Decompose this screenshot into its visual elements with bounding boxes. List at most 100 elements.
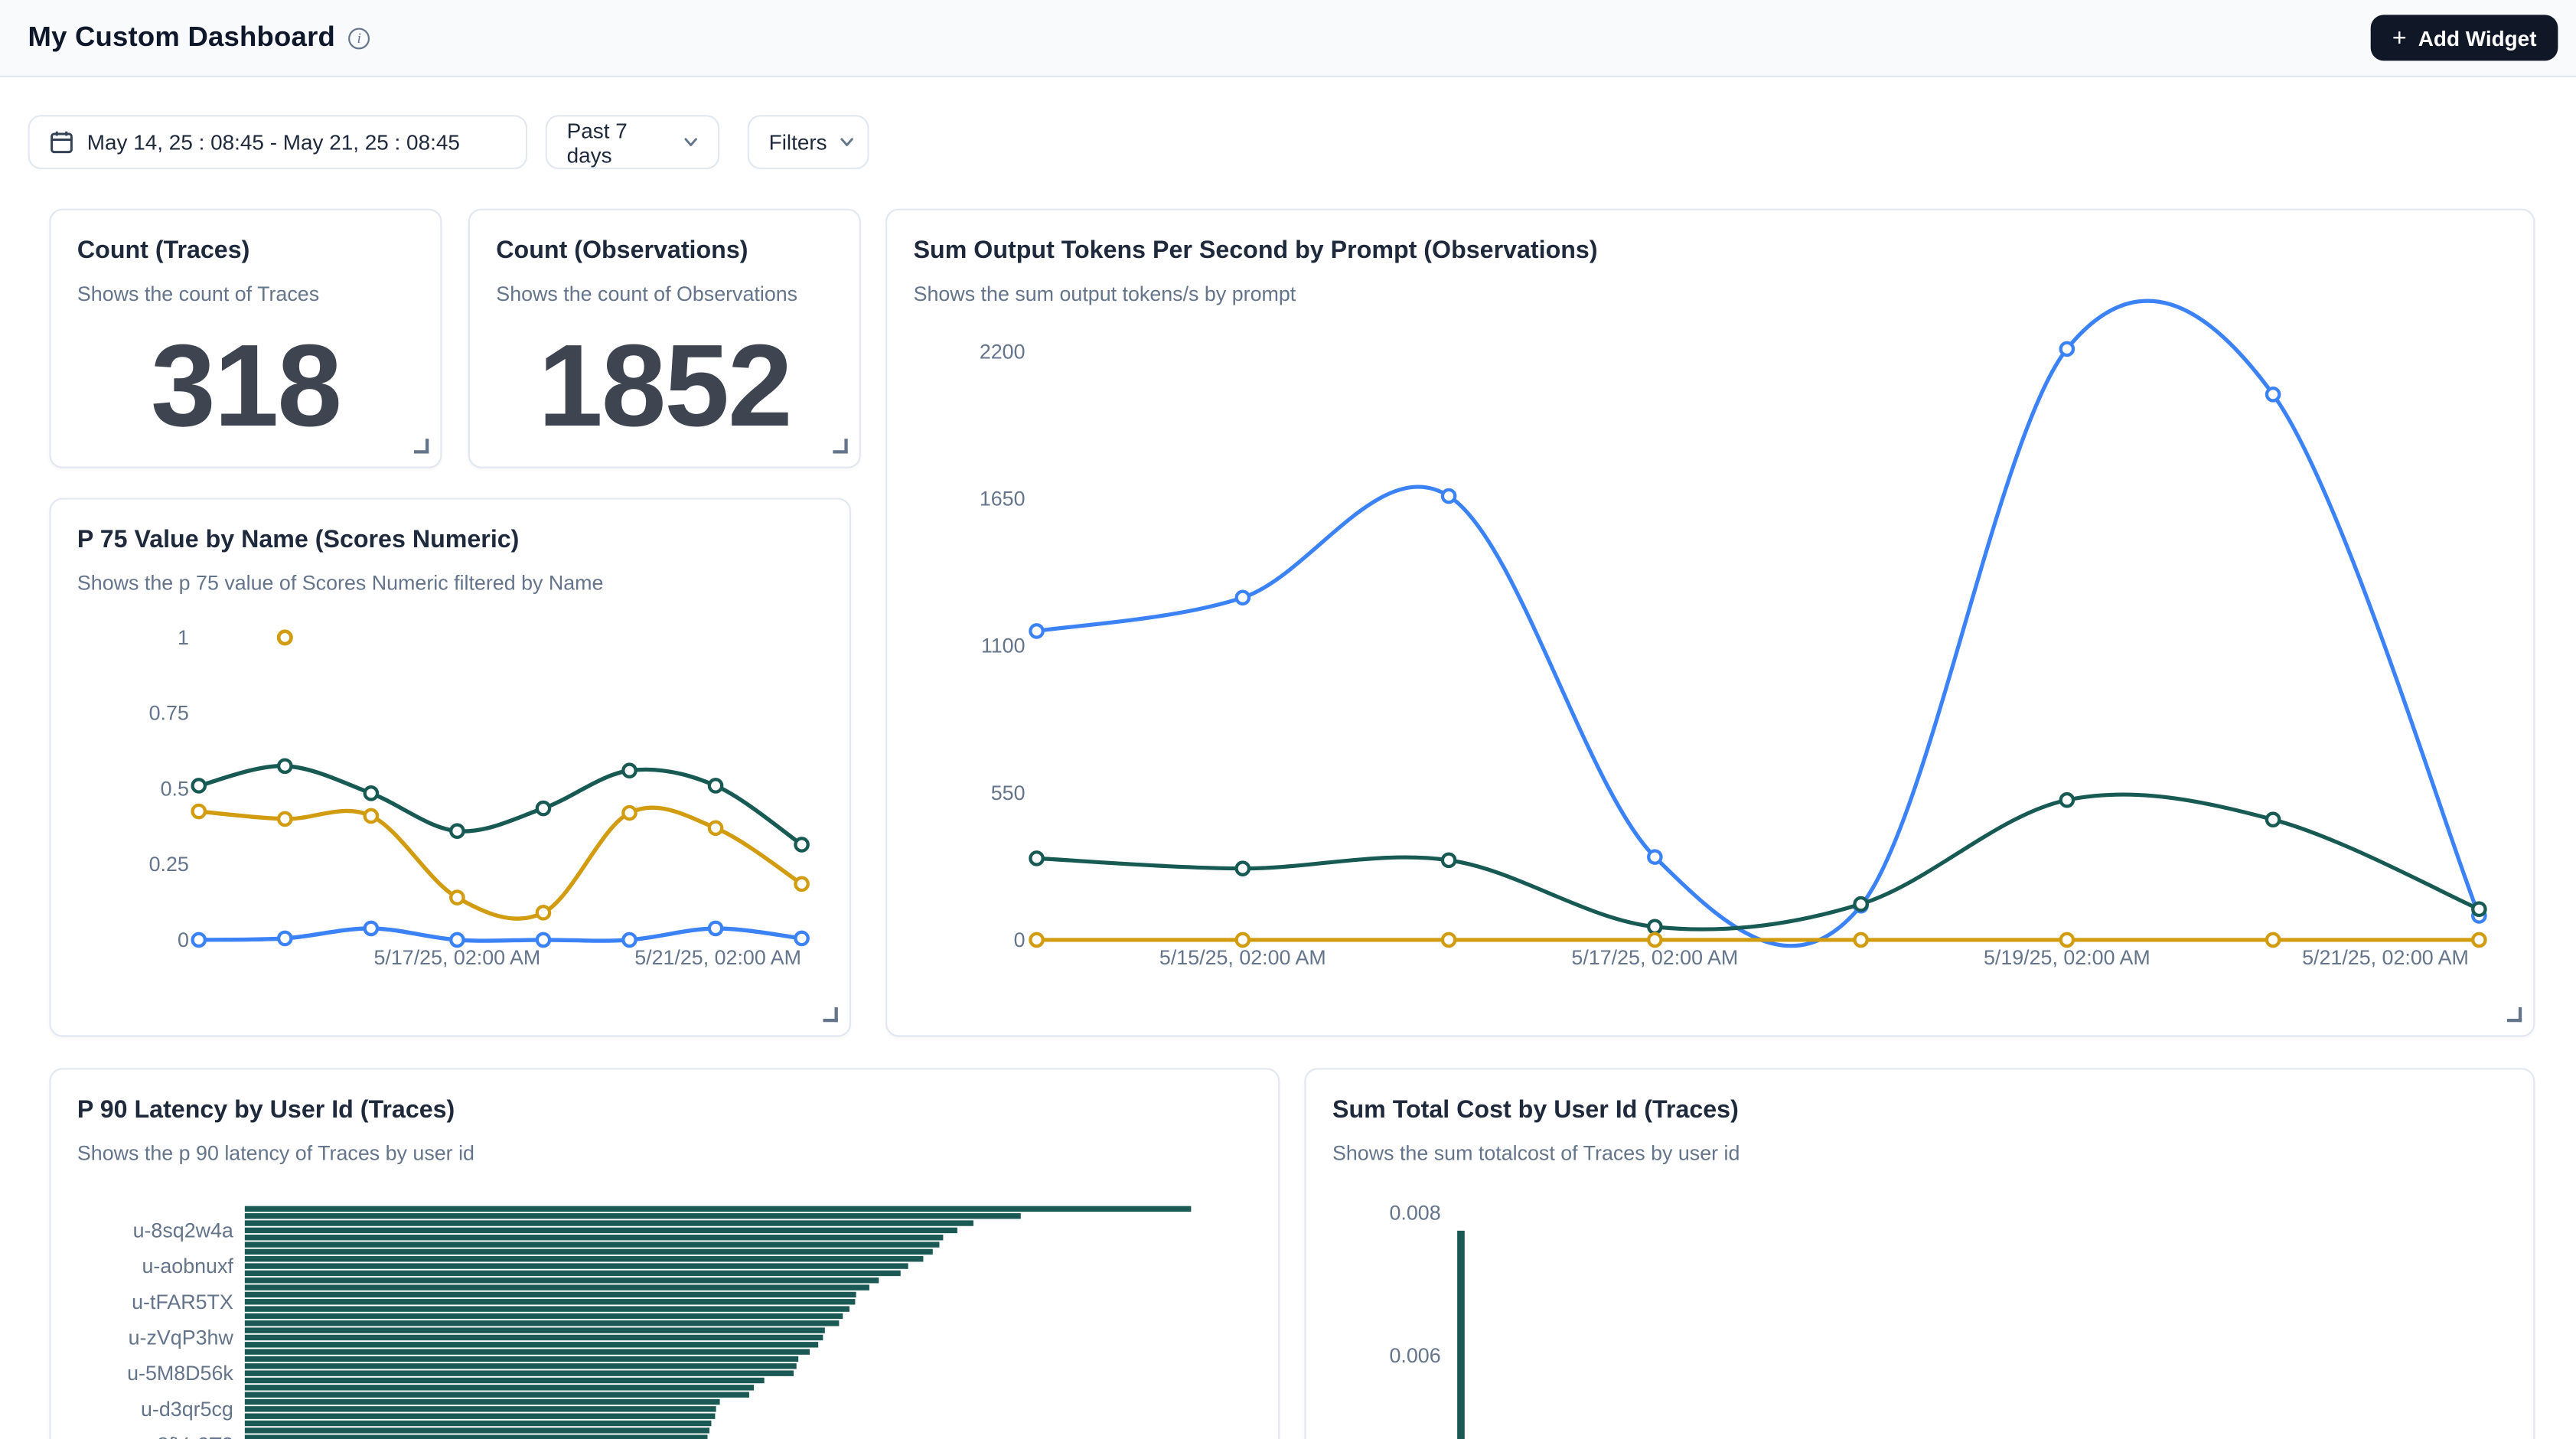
data-point-score-series-teal: [623, 765, 635, 777]
latency-bar: [245, 1356, 798, 1362]
latency-bar: [245, 1327, 825, 1333]
y-axis-user-label: u-8sq2w4a: [133, 1219, 233, 1242]
latency-bar: [245, 1249, 933, 1255]
data-point-prompt-series-blue: [1237, 592, 1249, 604]
data-point-prompt-series-teal: [2473, 903, 2485, 915]
data-point-score-series-amber: [623, 807, 635, 819]
latency-bar: [245, 1349, 810, 1354]
isolated-data-point: [279, 631, 291, 644]
widget-p75-value: P 75 Value by Name (Scores Numeric) Show…: [49, 498, 851, 1036]
x-tick-label: 5/17/25, 02:00 AM: [1571, 946, 1738, 969]
filters-label: Filters: [769, 130, 827, 155]
data-point-prompt-series-blue: [1443, 490, 1455, 502]
data-point-score-series-teal: [795, 838, 807, 850]
resize-corner-icon[interactable]: [833, 439, 847, 453]
y-tick-label: 550: [991, 781, 1026, 804]
y-tick-label: 1100: [981, 635, 1026, 658]
data-point-prompt-series-teal: [1854, 898, 1867, 910]
y-axis-user-label: u-5M8D56k: [127, 1362, 233, 1385]
y-tick-label: 0.008: [1390, 1201, 1441, 1224]
data-point-score-series-teal: [537, 802, 549, 814]
data-point-score-series-teal: [709, 779, 722, 791]
data-point-score-series-amber: [451, 891, 463, 903]
latency-bar: [245, 1235, 944, 1240]
widget-subtitle: Shows the count of Traces: [77, 281, 414, 308]
data-point-score-series-blue: [537, 934, 549, 946]
latency-bar: [245, 1277, 879, 1283]
line-chart-p75-value[interactable]: 00.250.50.7515/17/25, 02:00 AM5/21/25, 0…: [51, 500, 853, 1039]
latency-bar: [245, 1284, 869, 1290]
data-point-prompt-series-blue: [1030, 625, 1042, 637]
latency-bar: [245, 1392, 749, 1397]
resize-corner-icon[interactable]: [2507, 1007, 2522, 1022]
page-title: My Custom Dashboard: [28, 21, 335, 54]
data-point-score-series-blue: [623, 934, 635, 946]
x-tick-label: 5/19/25, 02:00 AM: [1984, 946, 2150, 969]
plus-icon: +: [2392, 25, 2407, 50]
dashboard-page: My Custom Dashboard i + Add Widget May 1…: [0, 0, 2576, 1439]
widget-title: Count (Traces): [77, 235, 414, 268]
calendar-icon: [49, 130, 73, 155]
data-point-prompt-series-amber: [2267, 934, 2279, 946]
filters-button[interactable]: Filters: [748, 115, 869, 169]
latency-bar: [245, 1335, 823, 1340]
latency-bar: [245, 1213, 1021, 1219]
add-widget-button[interactable]: + Add Widget: [2371, 15, 2558, 60]
y-tick-label: 0: [178, 928, 189, 951]
data-point-prompt-series-amber: [2473, 934, 2485, 946]
data-point-prompt-series-blue: [2267, 388, 2279, 400]
latency-bar: [245, 1428, 709, 1433]
latency-bar: [245, 1306, 849, 1311]
add-widget-label: Add Widget: [2418, 25, 2537, 50]
date-range-text: May 14, 25 : 08:45 - May 21, 25 : 08:45: [87, 130, 460, 155]
date-range-picker[interactable]: May 14, 25 : 08:45 - May 21, 25 : 08:45: [28, 115, 527, 169]
data-point-score-series-amber: [365, 810, 377, 822]
latency-bar: [245, 1320, 840, 1326]
info-icon[interactable]: i: [348, 27, 370, 48]
cost-bar: [1457, 1231, 1465, 1439]
resize-corner-icon[interactable]: [823, 1007, 837, 1022]
latency-bar: [245, 1299, 856, 1304]
data-point-score-series-amber: [795, 878, 807, 890]
bar-chart-sum-total-cost[interactable]: 0.008 0.006: [1306, 1070, 2537, 1439]
data-point-score-series-blue: [279, 932, 291, 945]
latency-bar: [245, 1263, 908, 1268]
data-point-prompt-series-teal: [1237, 862, 1249, 874]
data-point-score-series-teal: [365, 787, 377, 799]
series-line-prompt-series-blue: [1037, 301, 2480, 946]
y-axis-user-label: u-aobnuxf: [142, 1255, 234, 1277]
widget-subtitle: Shows the count of Observations: [496, 281, 833, 308]
metric-value: 1852: [470, 328, 859, 445]
x-tick-label: 5/21/25, 02:00 AM: [2302, 946, 2469, 969]
y-tick-label: 0.75: [149, 702, 189, 725]
data-point-score-series-blue: [365, 922, 377, 935]
latency-bar: [245, 1378, 765, 1383]
data-point-prompt-series-blue: [1648, 850, 1661, 863]
latency-bar: [245, 1363, 797, 1369]
y-tick-label: 0.006: [1390, 1344, 1441, 1367]
date-preset-select[interactable]: Past 7 days: [546, 115, 720, 169]
latency-bar: [245, 1406, 716, 1411]
y-tick-label: 0.5: [161, 777, 189, 800]
resize-corner-icon[interactable]: [414, 439, 429, 453]
y-axis-user-label: u-zVqP3hw: [129, 1326, 234, 1349]
data-point-score-series-amber: [193, 805, 205, 817]
latency-bar: [245, 1342, 818, 1347]
data-point-prompt-series-teal: [2061, 794, 2073, 806]
latency-bar: [245, 1256, 924, 1261]
widget-sum-output-tokens: Sum Output Tokens Per Second by Prompt (…: [885, 209, 2535, 1037]
latency-bar: [245, 1421, 712, 1426]
data-point-score-series-teal: [451, 825, 463, 837]
latency-bar: [245, 1206, 1191, 1212]
bar-chart-p90-latency[interactable]: u-8sq2w4au-aobnuxfu-tFAR5TXu-zVqP3hwu-5M…: [51, 1070, 1282, 1439]
data-point-score-series-amber: [279, 813, 291, 825]
widget-title: Count (Observations): [496, 235, 833, 268]
data-point-prompt-series-blue: [2061, 343, 2073, 355]
line-chart-sum-output-tokens[interactable]: 05501100165022005/15/25, 02:00 AM5/17/25…: [887, 210, 2536, 1039]
latency-bar: [245, 1413, 716, 1418]
x-tick-label: 5/15/25, 02:00 AM: [1159, 946, 1326, 969]
header: My Custom Dashboard i + Add Widget: [0, 0, 2576, 77]
y-tick-label: 0.25: [149, 853, 189, 876]
date-preset-label: Past 7 days: [567, 117, 670, 166]
x-tick-label: 5/17/25, 02:00 AM: [374, 946, 541, 969]
